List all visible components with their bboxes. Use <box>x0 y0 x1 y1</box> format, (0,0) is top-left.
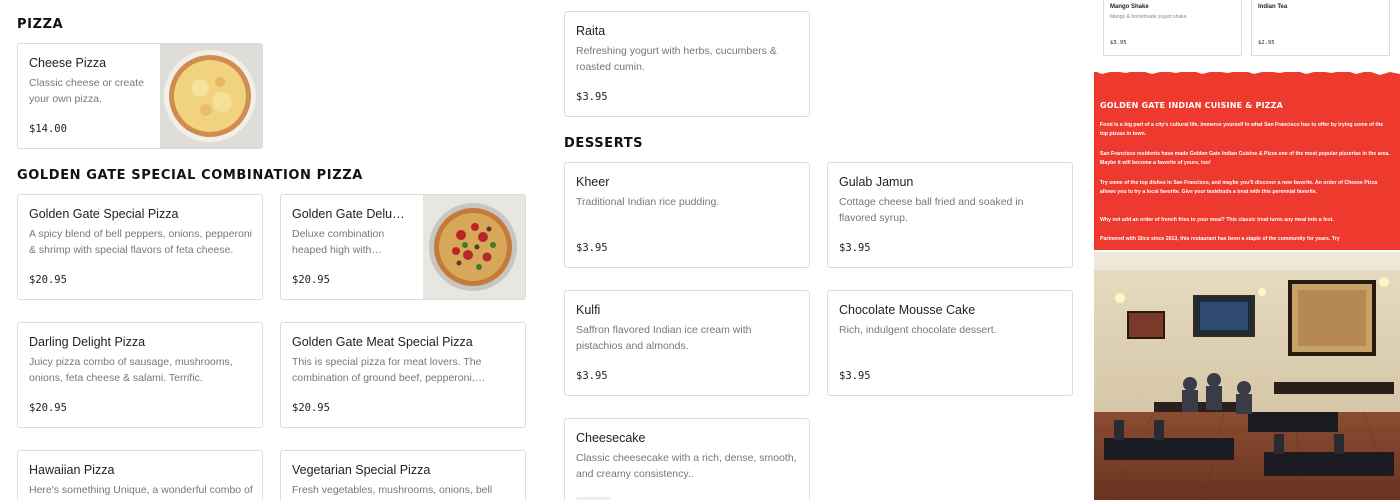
drink-price: $2.95 <box>1258 40 1275 46</box>
menu-item-card[interactable]: Golden Gate Deluxe Pizza Deluxe combinat… <box>280 194 526 300</box>
info-paragraph: Food is a big part of a city's cultural … <box>1100 122 1384 137</box>
menu-item-name: Cheesecake <box>576 431 646 445</box>
menu-item-card[interactable]: Darling Delight Pizza Juicy pizza combo … <box>17 322 263 428</box>
info-paragraph: Partnered with Slice since 2013, this re… <box>1100 236 1340 242</box>
menu-item-description: Saffron flavored Indian ice cream with p… <box>576 324 752 352</box>
menu-item-card[interactable]: Kulfi Saffron flavored Indian ice cream … <box>564 290 810 396</box>
menu-item-card[interactable]: Chocolate Mousse Cake Rich, indulgent ch… <box>827 290 1073 396</box>
menu-item-name: Kulfi <box>576 303 601 317</box>
menu-item-card[interactable]: Gulab Jamun Cottage cheese ball fried an… <box>827 162 1073 268</box>
menu-item-description: Juicy pizza combo of sausage, mushrooms,… <box>29 356 233 384</box>
info-paragraph: San Francisco residents have made Golden… <box>1100 151 1390 166</box>
menu-item-description: Traditional Indian rice pudding. <box>576 196 720 208</box>
menu-item-name: Kheer <box>576 175 610 189</box>
menu-item-description: Refreshing yogurt with herbs, cucumbers … <box>576 45 777 73</box>
drink-card[interactable]: Indian Tea $2.95 <box>1251 0 1390 56</box>
menu-item-description: Fresh vegetables, mushrooms, onions, bel… <box>292 484 493 496</box>
menu-item-price: $14.00 <box>29 123 67 135</box>
section-title-desserts: DESSERTS <box>564 136 644 151</box>
menu-item-name: Gulab Jamun <box>839 175 914 189</box>
menu-item-card[interactable]: Golden Gate Special Pizza A spicy blend … <box>17 194 263 300</box>
menu-item-price: $3.95 <box>576 242 608 254</box>
drink-card[interactable]: Mango Shake Mango & homemade yogurt shak… <box>1103 0 1242 56</box>
menu-item-name: Raita <box>576 24 606 38</box>
menu-item-description: Classic cheese or create your own pizza. <box>29 77 144 105</box>
menu-item-description: A spicy blend of bell peppers, onions, p… <box>29 228 252 256</box>
menu-item-description: Classic cheesecake with a rich, dense, s… <box>576 452 797 480</box>
restaurant-info-panel: GOLDEN GATE INDIAN CUISINE & PIZZA Food … <box>1094 72 1400 250</box>
menu-item-card[interactable]: Kheer Traditional Indian rice pudding. $… <box>564 162 810 268</box>
section-title-combo: GOLDEN GATE SPECIAL COMBINATION PIZZA <box>17 168 363 183</box>
menu-item-name: Vegetarian Special Pizza <box>292 463 431 477</box>
drink-name: Mango Shake <box>1110 4 1149 10</box>
menu-item-price: $3.95 <box>576 370 608 382</box>
drink-price: $3.95 <box>1110 40 1127 46</box>
info-paragraph: Try some of the top dishes in San Franci… <box>1100 180 1378 195</box>
menu-item-card[interactable]: Cheesecake Classic cheesecake with a ric… <box>564 418 810 500</box>
menu-item-card[interactable]: Cheese Pizza Classic cheese or create yo… <box>17 43 263 149</box>
menu-item-card[interactable]: Golden Gate Meat Special Pizza This is s… <box>280 322 526 428</box>
menu-item-price: $20.95 <box>292 274 330 286</box>
menu-item-card[interactable]: Vegetarian Special Pizza Fresh vegetable… <box>280 450 526 500</box>
drink-name: Indian Tea <box>1258 4 1288 10</box>
menu-item-name: Golden Gate Meat Special Pizza <box>292 335 473 349</box>
menu-item-description: Rich, indulgent chocolate dessert. <box>839 324 997 336</box>
torn-edge-decoration <box>1096 72 1400 75</box>
menu-item-price: $3.95 <box>839 370 871 382</box>
menu-item-description: Cottage cheese ball fried and soaked in … <box>839 196 1024 224</box>
restaurant-info-title: GOLDEN GATE INDIAN CUISINE & PIZZA <box>1100 101 1284 110</box>
restaurant-interior-photo <box>1094 252 1400 500</box>
menu-item-card[interactable]: Hawaiian Pizza Here's something Unique, … <box>17 450 263 500</box>
info-paragraph: Why not add an order of french fries to … <box>1100 217 1334 223</box>
menu-item-description: Deluxe combination heaped high with saus… <box>292 228 385 256</box>
menu-item-name: Darling Delight Pizza <box>29 335 146 349</box>
menu-item-price: $3.95 <box>576 91 608 103</box>
menu-item-name: Golden Gate Deluxe Pizza <box>292 207 410 221</box>
menu-item-price: $3.95 <box>839 242 871 254</box>
menu-item-name: Hawaiian Pizza <box>29 463 115 477</box>
menu-item-description: Here's something Unique, a wonderful com… <box>29 484 253 496</box>
section-title-pizza: PIZZA <box>17 17 64 32</box>
deluxe-pizza-image <box>423 195 525 299</box>
menu-item-name: Cheese Pizza <box>29 56 107 70</box>
menu-item-name: Golden Gate Special Pizza <box>29 207 179 221</box>
menu-item-card[interactable]: Raita Refreshing yogurt with herbs, cucu… <box>564 11 810 117</box>
menu-item-description: This is special pizza for meat lovers. T… <box>292 356 482 384</box>
menu-item-name: Chocolate Mousse Cake <box>839 303 976 317</box>
menu-item-price: $20.95 <box>292 402 330 414</box>
menu-item-price: $20.95 <box>29 274 67 286</box>
menu-item-price: $20.95 <box>29 402 67 414</box>
cheese-pizza-image <box>160 44 262 148</box>
drink-description: Mango & homemade yogurt shake. <box>1110 14 1188 20</box>
